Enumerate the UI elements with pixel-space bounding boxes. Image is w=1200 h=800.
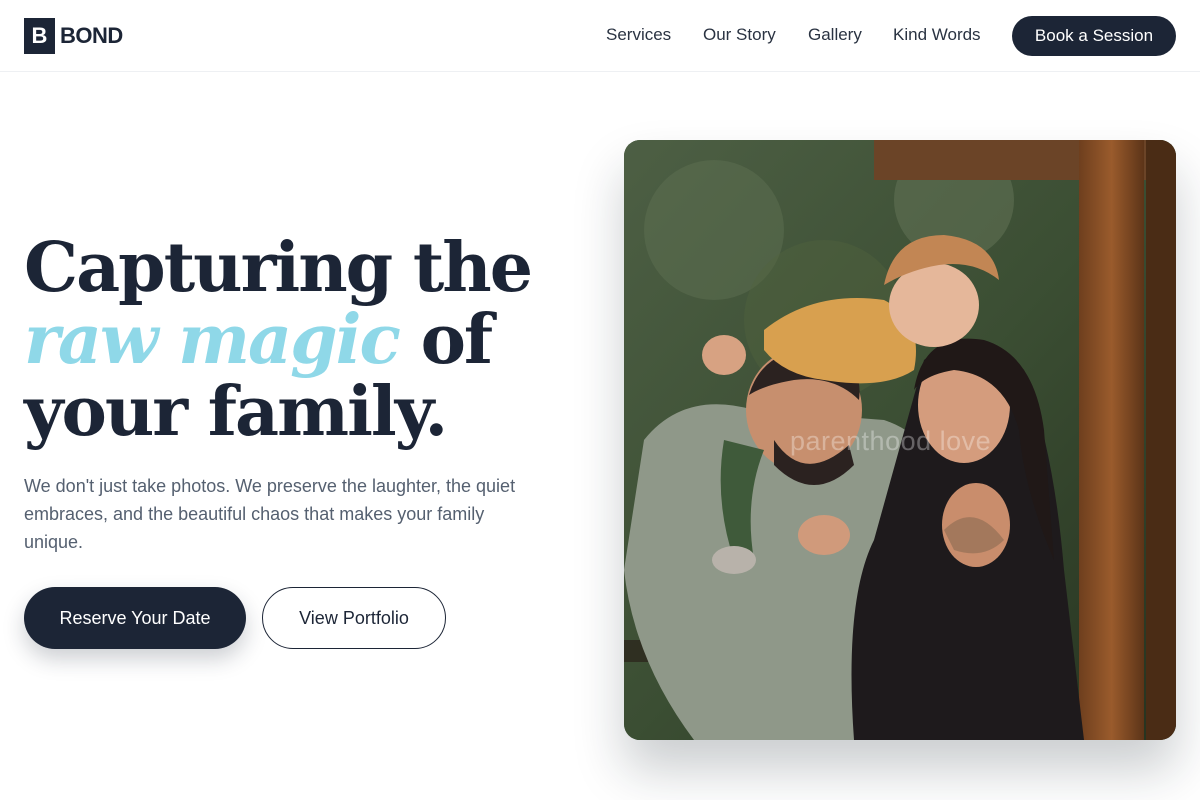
nav-link-gallery[interactable]: Gallery — [808, 25, 862, 45]
headline-line-3: your family. — [24, 372, 448, 452]
reserve-date-button[interactable]: Reserve Your Date — [24, 587, 246, 649]
nav-link-kind-words[interactable]: Kind Words — [893, 25, 981, 45]
logo-mark: B — [24, 18, 55, 54]
headline-line-1: Capturing the — [24, 228, 533, 308]
book-session-button[interactable]: Book a Session — [1012, 16, 1176, 56]
hero-family-photo: parenthood love — [624, 140, 1176, 740]
headline-line-2-rest: of — [398, 300, 494, 380]
site-header: B BOND Services Our Story Gallery Kind W… — [0, 0, 1200, 72]
brand-logo[interactable]: B BOND — [24, 18, 123, 54]
nav-link-services[interactable]: Services — [606, 25, 671, 45]
hero-headline: Capturing the raw magic of your family. — [24, 232, 584, 448]
headline-accent: raw magic — [24, 300, 401, 380]
logo-wordmark: BOND — [60, 23, 123, 48]
view-portfolio-button[interactable]: View Portfolio — [262, 587, 446, 649]
hero-subtext: We don't just take photos. We preserve t… — [24, 476, 516, 552]
nav-link-our-story[interactable]: Our Story — [703, 25, 776, 45]
photo-watermark: parenthood love — [790, 426, 992, 456]
